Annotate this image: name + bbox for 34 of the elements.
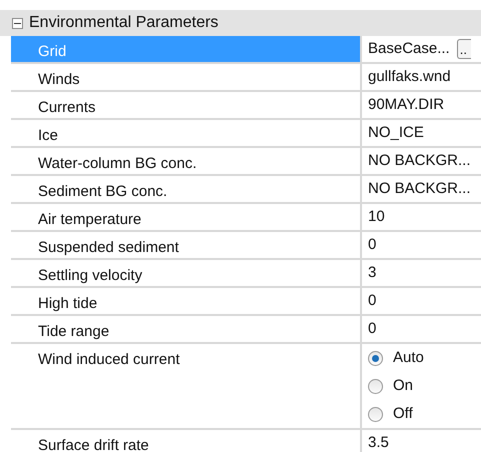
property-label[interactable]: Tide range xyxy=(11,316,360,342)
property-label[interactable]: Suspended sediment xyxy=(11,232,360,258)
property-label[interactable]: Currents xyxy=(11,92,360,118)
property-value[interactable]: NO BACKGR... xyxy=(368,178,471,200)
property-label[interactable]: Surface drift rate xyxy=(11,430,360,452)
property-value[interactable]: 0 xyxy=(368,318,376,340)
radio-button[interactable] xyxy=(368,350,383,366)
radio-label[interactable]: Auto xyxy=(393,346,424,370)
property-label[interactable]: Ice xyxy=(11,120,360,146)
radio-label[interactable]: On xyxy=(393,374,414,398)
property-label[interactable]: Winds xyxy=(11,64,360,90)
property-value[interactable]: 10 xyxy=(368,206,385,228)
property-value[interactable]: 3.5 xyxy=(368,432,389,452)
collapse-icon[interactable] xyxy=(12,18,23,28)
property-value[interactable]: 90MAY.DIR xyxy=(368,94,444,116)
property-label[interactable]: Water-column BG conc. xyxy=(11,148,360,174)
property-value[interactable]: NO_ICE xyxy=(368,122,424,144)
property-value[interactable]: NO BACKGR... xyxy=(368,150,471,172)
category-header[interactable]: Environmental Parameters xyxy=(0,10,481,36)
property-value[interactable]: BaseCase... xyxy=(368,38,450,60)
property-label[interactable]: Air temperature xyxy=(11,204,360,230)
browse-button[interactable]: .. xyxy=(456,39,471,59)
radio-button[interactable] xyxy=(368,406,383,422)
property-value[interactable]: gullfaks.wnd xyxy=(368,66,451,88)
property-label[interactable]: High tide xyxy=(11,288,360,314)
property-label[interactable]: Settling velocity xyxy=(11,260,360,286)
property-value[interactable]: 0 xyxy=(368,234,376,256)
property-value[interactable]: 3 xyxy=(368,262,376,284)
radio-button[interactable] xyxy=(368,378,383,394)
property-label[interactable]: Wind induced current xyxy=(11,344,360,370)
radio-label[interactable]: Off xyxy=(393,402,413,426)
category-title: Environmental Parameters xyxy=(29,13,218,33)
property-label[interactable]: Sediment BG conc. xyxy=(11,176,360,202)
property-value[interactable]: 0 xyxy=(368,290,376,312)
